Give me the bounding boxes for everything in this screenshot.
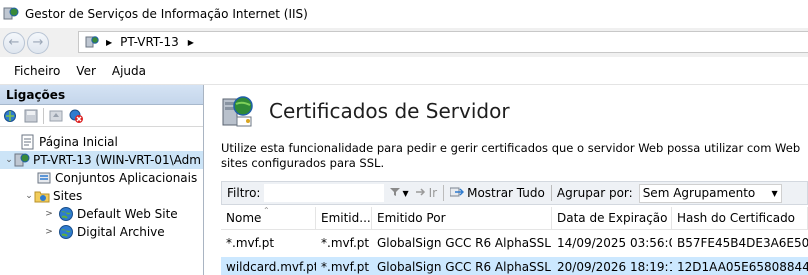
go-label: Ir (428, 186, 438, 200)
group-by-select[interactable]: Sem Agrupamento ▼ (638, 183, 782, 203)
table-row[interactable]: *.mvf.pt *.mvf.pt GlobalSign GCC R6 Alph… (221, 233, 808, 254)
feature-description: Utilize esta funcionalidade para pedir e… (221, 141, 801, 170)
disconnect-icon[interactable] (68, 108, 84, 124)
cell-hash: 12D1AA05E658088444A0 (677, 260, 808, 274)
tree-item-app-pools[interactable]: Conjuntos Aplicacionais (0, 169, 203, 187)
column-header-label: Nome (226, 211, 262, 225)
funnel-icon (390, 186, 401, 200)
breadcrumb-server[interactable]: PT-VRT-13 (120, 35, 179, 49)
show-all-button[interactable]: Mostrar Tudo (449, 186, 545, 201)
sort-ascending-icon: ⌃ (263, 207, 270, 215)
server-icon (14, 152, 30, 168)
table-header: ⌃ Nome Emitid... Emitido Por Data de Exp… (221, 207, 808, 230)
cell-issued-by: GlobalSign GCC R6 AlphaSSL ... (377, 260, 552, 274)
window-title: Gestor de Serviços de Informação Interne… (25, 7, 308, 21)
tree-item-label: Página Inicial (39, 135, 118, 149)
cell-expiration: 20/09/2026 18:19:10 (557, 260, 672, 274)
tree-item-digital-archive[interactable]: > Digital Archive (0, 223, 203, 241)
filter-go-button[interactable]: Ir (415, 186, 437, 200)
feature-header: Certificados de Servidor (219, 93, 510, 129)
expand-toggle[interactable]: > (44, 227, 54, 237)
filter-label: Filtro: (227, 186, 261, 200)
tree-item-label: PT-VRT-13 (WIN-VRT-01\Adm (33, 153, 201, 167)
server-certificate-icon (219, 93, 255, 129)
menu-ficheiro[interactable]: Ficheiro (0, 64, 68, 78)
globe-icon (58, 224, 74, 240)
tree-item-label: Sites (53, 189, 83, 203)
menu-ver[interactable]: Ver (68, 64, 104, 78)
back-button[interactable]: ← (3, 31, 25, 54)
tree-item-label: Conjuntos Aplicacionais (55, 171, 198, 185)
connections-header: Ligações (0, 85, 203, 105)
connections-tree: Página Inicial ⌄ PT-VRT-13 (WIN-VRT-01\A… (0, 127, 203, 241)
show-all-label: Mostrar Tudo (467, 186, 545, 200)
go-button[interactable]: ▼ (390, 186, 409, 200)
cell-issued-to: *.mvf.pt (321, 260, 370, 274)
column-header-hash[interactable]: Hash do Certificado (672, 207, 808, 229)
column-header-issued-to[interactable]: Emitid... (316, 207, 372, 229)
filter-input[interactable] (264, 184, 385, 202)
filter-divider (443, 185, 445, 201)
column-header-name[interactable]: ⌃ Nome (221, 207, 316, 229)
tree-item-default-web-site[interactable]: > Default Web Site (0, 205, 203, 223)
group-by-value: Sem Agrupamento (642, 186, 756, 200)
filter-bar: Filtro: ▼ Ir Mostrar Tudo Agrupar por: S… (221, 181, 808, 205)
column-header-expiration[interactable]: Data de Expiração (552, 207, 672, 229)
group-by-label: Agrupar por: (556, 186, 633, 200)
expand-toggle[interactable]: ⌄ (4, 155, 14, 165)
go-arrow-icon (415, 186, 427, 200)
app-pools-icon (36, 170, 52, 186)
arrow-right-icon: → (32, 35, 44, 50)
arrow-left-icon: ← (8, 35, 20, 50)
cell-expiration: 14/09/2025 03:56:00 (557, 236, 672, 250)
connect-icon[interactable] (3, 108, 19, 124)
page-title: Certificados de Servidor (269, 99, 510, 123)
tree-item-server[interactable]: ⌄ PT-VRT-13 (WIN-VRT-01\Adm (0, 151, 203, 169)
feature-pane: Certificados de Servidor Utilize esta fu… (213, 85, 808, 275)
forward-button[interactable]: → (27, 31, 49, 54)
toolbar-divider (43, 107, 44, 124)
dropdown-arrow-icon: ▼ (771, 188, 778, 198)
title-bar: Gestor de Serviços de Informação Interne… (0, 0, 808, 28)
sites-folder-icon (34, 188, 50, 204)
cell-name: *.mvf.pt (226, 236, 275, 250)
iis-app-icon (3, 6, 19, 22)
breadcrumb-separator[interactable]: ▶ (188, 38, 194, 47)
column-header-issued-by[interactable]: Emitido Por (372, 207, 552, 229)
expand-toggle[interactable]: ⌄ (24, 191, 34, 201)
server-icon (85, 35, 99, 49)
tree-item-label: Digital Archive (77, 225, 165, 239)
tree-item-start-page[interactable]: Página Inicial (0, 133, 203, 151)
menu-bar: Ficheiro Ver Ajuda (0, 57, 808, 85)
cell-hash: B57FE45B4DE3A6E50819 (677, 236, 808, 250)
breadcrumb-separator[interactable]: ▶ (106, 38, 112, 47)
dropdown-arrow-icon: ▼ (402, 188, 409, 198)
up-icon[interactable] (48, 108, 64, 124)
show-all-icon (449, 186, 465, 201)
table-row-selected[interactable]: wildcard.mvf.pt *.mvf.pt GlobalSign GCC … (221, 257, 808, 275)
globe-icon (58, 206, 74, 222)
navigation-bar: ← → ▶ PT-VRT-13 ▶ (0, 28, 808, 57)
save-icon[interactable] (23, 108, 39, 124)
start-page-icon (20, 134, 36, 150)
cell-issued-to: *.mvf.pt (321, 236, 370, 250)
connections-toolbar (0, 105, 203, 127)
certificates-table: ⌃ Nome Emitid... Emitido Por Data de Exp… (221, 207, 808, 275)
expand-toggle[interactable]: > (44, 209, 54, 219)
cell-name: wildcard.mvf.pt (226, 260, 316, 274)
filter-divider (550, 185, 552, 201)
cell-issued-by: GlobalSign GCC R6 AlphaSSL ... (377, 236, 552, 250)
connections-pane: Ligações Página Inicial ⌄ PT-VRT-13 (WIN… (0, 85, 204, 275)
address-bar[interactable]: ▶ PT-VRT-13 ▶ (78, 31, 808, 53)
tree-item-label: Default Web Site (77, 207, 178, 221)
menu-ajuda[interactable]: Ajuda (104, 64, 154, 78)
tree-item-sites[interactable]: ⌄ Sites (0, 187, 203, 205)
